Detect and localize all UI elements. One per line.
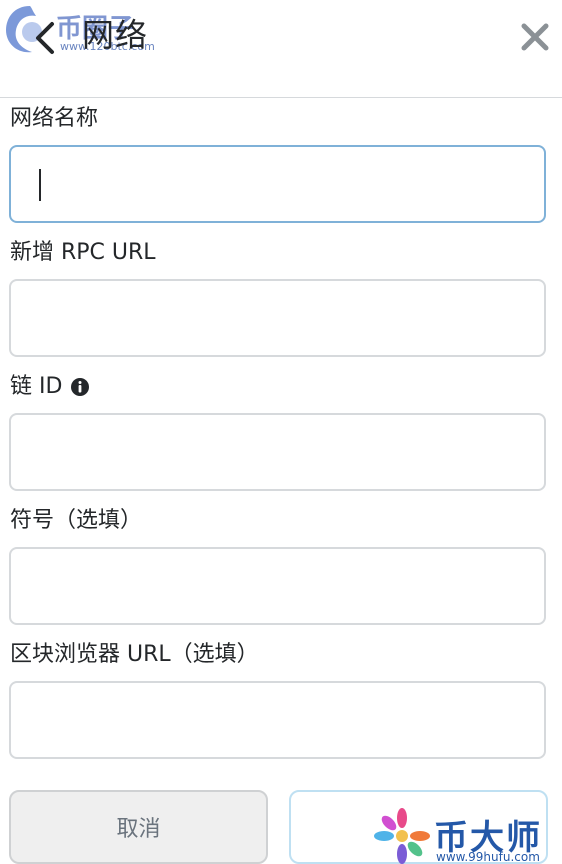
watermark-bottom-url: www.99hufu.com (436, 850, 540, 864)
rpc-url-label: 新增 RPC URL (10, 240, 156, 265)
chevron-left-icon[interactable] (30, 18, 60, 58)
page-title: 网络 (82, 16, 149, 54)
header: 币圈子 www.120btc.com 网络 (0, 0, 562, 98)
network-name-field[interactable] (9, 145, 546, 223)
close-icon[interactable] (520, 22, 550, 52)
network-name-input[interactable] (11, 147, 544, 221)
network-name-label: 网络名称 (10, 106, 99, 131)
symbol-input[interactable] (11, 549, 544, 623)
symbol-label: 符号（选填） (10, 508, 143, 533)
explorer-url-input[interactable] (11, 683, 544, 757)
chain-id-label-row: 链 ID (10, 368, 90, 400)
explorer-url-label: 区块浏览器 URL（选填） (10, 642, 259, 667)
watermark-logo-bottom: 币大师 www.99hufu.com (372, 808, 562, 864)
text-caret (39, 169, 41, 201)
cancel-button[interactable]: 取消 (9, 790, 268, 864)
rpc-url-field[interactable] (9, 279, 546, 357)
watermark-flower-icon (374, 808, 430, 864)
chain-id-field[interactable] (9, 413, 546, 491)
chain-id-input[interactable] (11, 415, 544, 489)
symbol-field[interactable] (9, 547, 546, 625)
chain-id-label: 链 ID (10, 374, 63, 399)
cancel-button-label: 取消 (116, 817, 161, 842)
info-icon[interactable] (70, 377, 90, 397)
explorer-url-field[interactable] (9, 681, 546, 759)
rpc-url-input[interactable] (11, 281, 544, 355)
